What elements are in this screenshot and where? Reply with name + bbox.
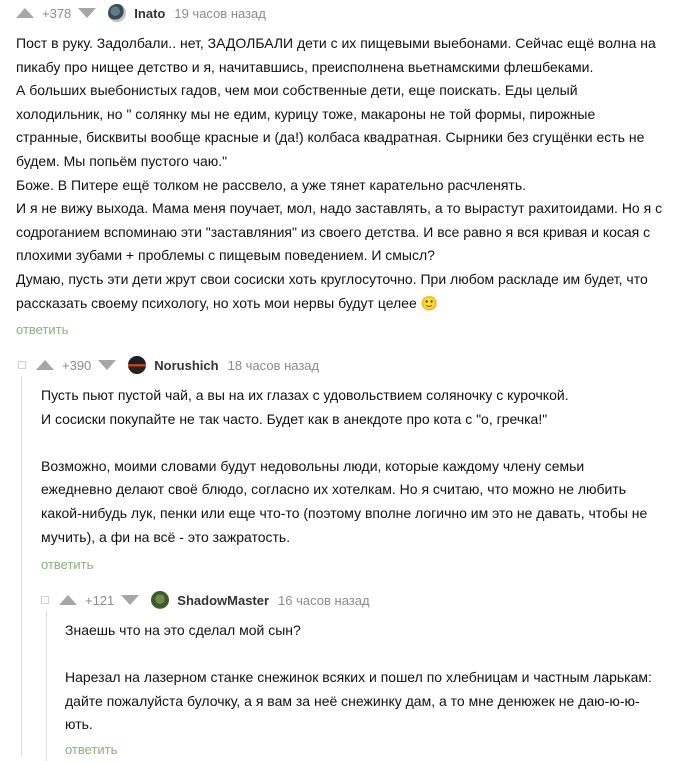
comment-header: +390 Norushich 18 часов назад: [18, 355, 319, 375]
comment-author[interactable]: Norushich: [154, 358, 218, 373]
comment-body: Пост в руку. Задолбали.. нет, ЗАДОЛБАЛИ …: [16, 32, 676, 315]
thread-branch-line[interactable]: [21, 376, 22, 756]
comment-line: ють.: [65, 716, 93, 733]
comment-timestamp[interactable]: 16 часов назад: [278, 593, 370, 608]
comment-author[interactable]: ShadowMaster: [177, 593, 269, 608]
thread-branch-line[interactable]: [46, 611, 47, 761]
downvote-icon[interactable]: [98, 360, 117, 370]
comment-line: Нарезал на лазерном станке снежинок всяк…: [65, 669, 652, 686]
comment-rating: +390: [62, 357, 92, 373]
comment-line: плохими зубами + проблемы с пищевым пове…: [16, 247, 435, 264]
comment-author[interactable]: Inato: [134, 6, 165, 21]
upvote-icon[interactable]: [59, 595, 77, 605]
comment-body: Пусть пьют пустой чай, а вы на их глазах…: [41, 384, 671, 549]
avatar[interactable]: [151, 591, 170, 609]
comment-line: рассказать своему психологу, но хоть мои…: [16, 294, 439, 311]
comment-line: И сосиски покупайте не так часто. Будет …: [41, 410, 548, 427]
avatar[interactable]: [108, 4, 127, 22]
comment-header: +121 ShadowMaster 16 часов назад: [41, 590, 370, 610]
comment-line: ежедневно делают своё блюдо, согласно их…: [41, 481, 627, 498]
comment-line: пикабу про нищее детство и я, начитавшис…: [16, 58, 594, 75]
comment-line: странные, бисквиты вообще красные и (да!…: [16, 129, 645, 146]
downvote-icon[interactable]: [78, 8, 97, 18]
comment-line: содроганием вспоминаю эти "заставляния" …: [16, 223, 651, 240]
comment-line: Пусть пьют пустой чай, а вы на их глазах…: [41, 387, 569, 403]
comment-line: Знаешь что на это сделал мой сын?: [65, 622, 301, 638]
avatar[interactable]: [128, 356, 147, 374]
comment-line: дайте пожалуйста булочку, а я вам за неё…: [65, 692, 640, 709]
upvote-icon[interactable]: [36, 360, 54, 370]
comment-line: Думаю, пусть эти дети жрут свои сосиски …: [16, 270, 648, 287]
comment-header: +378 Inato 19 часов назад: [16, 3, 266, 23]
reply-link[interactable]: ответить: [41, 557, 93, 572]
comment-line: мучить), а фи на всё - это зажратость.: [41, 528, 291, 545]
downvote-icon[interactable]: [121, 595, 140, 605]
comment-timestamp[interactable]: 18 часов назад: [228, 358, 320, 373]
comment-line: какой-нибудь лук, пенки или еще что-то (…: [41, 504, 648, 521]
comment-timestamp[interactable]: 19 часов назад: [174, 6, 266, 21]
comment-line: И я не вижу выхода. Мама меня поучает, м…: [16, 200, 663, 217]
collapse-thread-icon[interactable]: [18, 361, 26, 369]
comment-line: Возможно, моими словами будут недовольны…: [41, 457, 585, 474]
reply-link[interactable]: ответить: [16, 322, 68, 337]
comment-line: А больших выебонистых гадов, чем мои соб…: [16, 82, 578, 99]
comment-line: холодильник, но " солянку мы не едим, ку…: [16, 105, 596, 122]
upvote-icon[interactable]: [16, 8, 34, 18]
comment-rating: +378: [42, 5, 72, 21]
collapse-thread-icon[interactable]: [41, 596, 49, 604]
reply-link[interactable]: ответить: [65, 742, 117, 757]
comment-rating: +121: [85, 592, 115, 608]
comment-line: Боже. В Питере ещё толком не рассвело, а…: [16, 176, 527, 193]
comment-line: Пост в руку. Задолбали.. нет, ЗАДОЛБАЛИ …: [16, 35, 656, 51]
comment-body: Знаешь что на это сделал мой сын? Нареза…: [65, 619, 670, 737]
comment-line: будем. Мы попьём пустого чаю.": [16, 152, 228, 169]
